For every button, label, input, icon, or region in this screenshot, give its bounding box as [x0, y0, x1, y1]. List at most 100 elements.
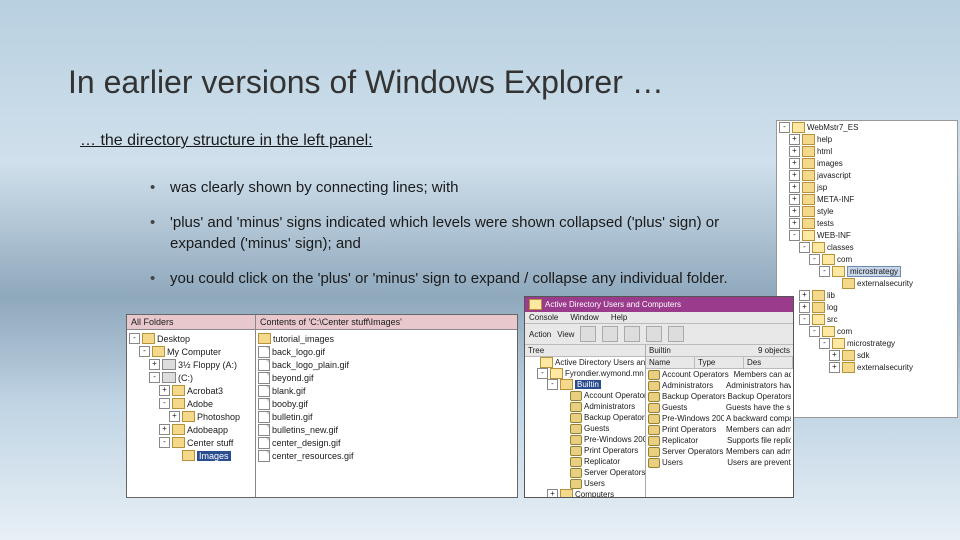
tree-row: Active Directory Users and Computers [525, 357, 645, 368]
folder-icon [172, 398, 185, 409]
plus-icon[interactable]: + [799, 302, 810, 313]
folder-icon [802, 146, 815, 157]
file-icon [258, 346, 270, 358]
minus-icon[interactable]: - [139, 346, 150, 357]
group-icon [648, 447, 660, 457]
folder-icon [550, 368, 563, 379]
ad-columns: NameTypeDes [646, 357, 793, 369]
explorer-tree-row: +3½ Floppy (A:) [127, 358, 255, 371]
folder-icon [560, 489, 573, 497]
tree-row: -com [777, 325, 957, 337]
file-row: bulletin.gif [256, 410, 517, 423]
folder-icon [812, 290, 825, 301]
slide-subtitle: … the directory structure in the left pa… [80, 132, 373, 150]
ad-titlebar: Active Directory Users and Computers [525, 297, 793, 312]
plus-icon[interactable]: + [789, 218, 800, 229]
plus-icon[interactable]: + [149, 359, 160, 370]
folder-icon [802, 194, 815, 205]
explorer-left-header: All Folders [127, 315, 255, 330]
plus-icon[interactable]: + [799, 290, 810, 301]
folder-icon [812, 242, 825, 253]
minus-icon[interactable]: - [799, 314, 810, 325]
tree-row: +style [777, 205, 957, 217]
windows-explorer-screenshot: All Folders -Desktop-My Computer+3½ Flop… [126, 314, 518, 498]
group-icon [648, 436, 660, 446]
folder-icon [162, 359, 176, 370]
minus-icon[interactable]: - [547, 379, 558, 390]
plus-icon[interactable]: + [789, 206, 800, 217]
tree-row: externalsecurity [777, 277, 957, 289]
minus-icon[interactable]: - [159, 437, 170, 448]
folder-icon [832, 338, 845, 349]
ad-menubar: ConsoleWindowHelp [525, 312, 793, 324]
tree-row: +lib [777, 289, 957, 301]
ad-list-header: Builtin9 objects [646, 345, 793, 357]
minus-icon[interactable]: - [537, 368, 548, 379]
plus-icon[interactable]: + [829, 350, 840, 361]
minus-icon[interactable]: - [799, 242, 810, 253]
ad-tree-header: Tree [525, 345, 645, 357]
plus-icon[interactable]: + [169, 411, 180, 422]
explorer-tree-row: -Adobe [127, 397, 255, 410]
minus-icon[interactable]: - [789, 230, 800, 241]
file-row: center_resources.gif [256, 449, 517, 462]
group-icon [648, 403, 660, 413]
plus-icon[interactable]: + [159, 385, 170, 396]
file-row: center_design.gif [256, 436, 517, 449]
folder-icon [822, 326, 835, 337]
tree-row: -Fyrondier.wymond.mn [525, 368, 645, 379]
folder-icon [812, 302, 825, 313]
tree-row: +help [777, 133, 957, 145]
folder-icon [832, 266, 845, 277]
plus-icon[interactable]: + [789, 134, 800, 145]
tree-row: +externalsecurity [777, 361, 957, 373]
file-row: back_logo_plain.gif [256, 358, 517, 371]
file-row: booby.gif [256, 397, 517, 410]
plus-icon[interactable]: + [159, 424, 170, 435]
toolbar-icon [580, 326, 596, 342]
tree-row: -microstrategy [777, 265, 957, 277]
folder-icon [822, 254, 835, 265]
ad-list-row: GuestsGuests have the same acc [646, 402, 793, 413]
minus-icon[interactable]: - [159, 398, 170, 409]
minus-icon[interactable]: - [809, 326, 820, 337]
ad-list-row: UsersUsers are prevented from [646, 457, 793, 468]
plus-icon[interactable]: + [789, 194, 800, 205]
plus-icon[interactable]: + [789, 182, 800, 193]
ad-tree-row: +Computers [525, 489, 645, 497]
file-icon [258, 359, 270, 371]
file-icon [258, 385, 270, 397]
folder-icon [802, 206, 815, 217]
bullet-item: 'plus' and 'minus' signs indicated which… [150, 212, 760, 254]
plus-icon[interactable]: + [547, 489, 558, 497]
folder-icon [802, 134, 815, 145]
file-icon [258, 411, 270, 423]
minus-icon[interactable]: - [779, 122, 790, 133]
toolbar-icon [602, 326, 618, 342]
plus-icon[interactable]: + [789, 146, 800, 157]
file-row: blank.gif [256, 384, 517, 397]
minus-icon[interactable]: - [149, 372, 160, 383]
file-icon [258, 437, 270, 449]
explorer-tree-row: +Acrobat3 [127, 384, 255, 397]
group-icon [648, 370, 660, 380]
explorer-tree-row: Images [127, 449, 255, 462]
slide-title: In earlier versions of Windows Explorer … [68, 64, 664, 101]
group-icon [648, 414, 660, 424]
app-icon [529, 299, 542, 310]
plus-icon[interactable]: + [829, 362, 840, 373]
minus-icon[interactable]: - [819, 266, 830, 277]
plus-icon[interactable]: + [789, 158, 800, 169]
group-icon [648, 458, 660, 468]
minus-icon[interactable]: - [809, 254, 820, 265]
file-icon [258, 424, 270, 436]
folder-icon [172, 424, 185, 435]
toolbar-icon [646, 326, 662, 342]
ad-list-row: AdministratorsAdministrators have compl [646, 380, 793, 391]
ad-list-row: Backup OperatorsBackup Operators can ov [646, 391, 793, 402]
minus-icon[interactable]: - [129, 333, 140, 344]
file-icon [258, 450, 270, 462]
minus-icon[interactable]: - [819, 338, 830, 349]
plus-icon[interactable]: + [789, 170, 800, 181]
tree-row: -classes [777, 241, 957, 253]
